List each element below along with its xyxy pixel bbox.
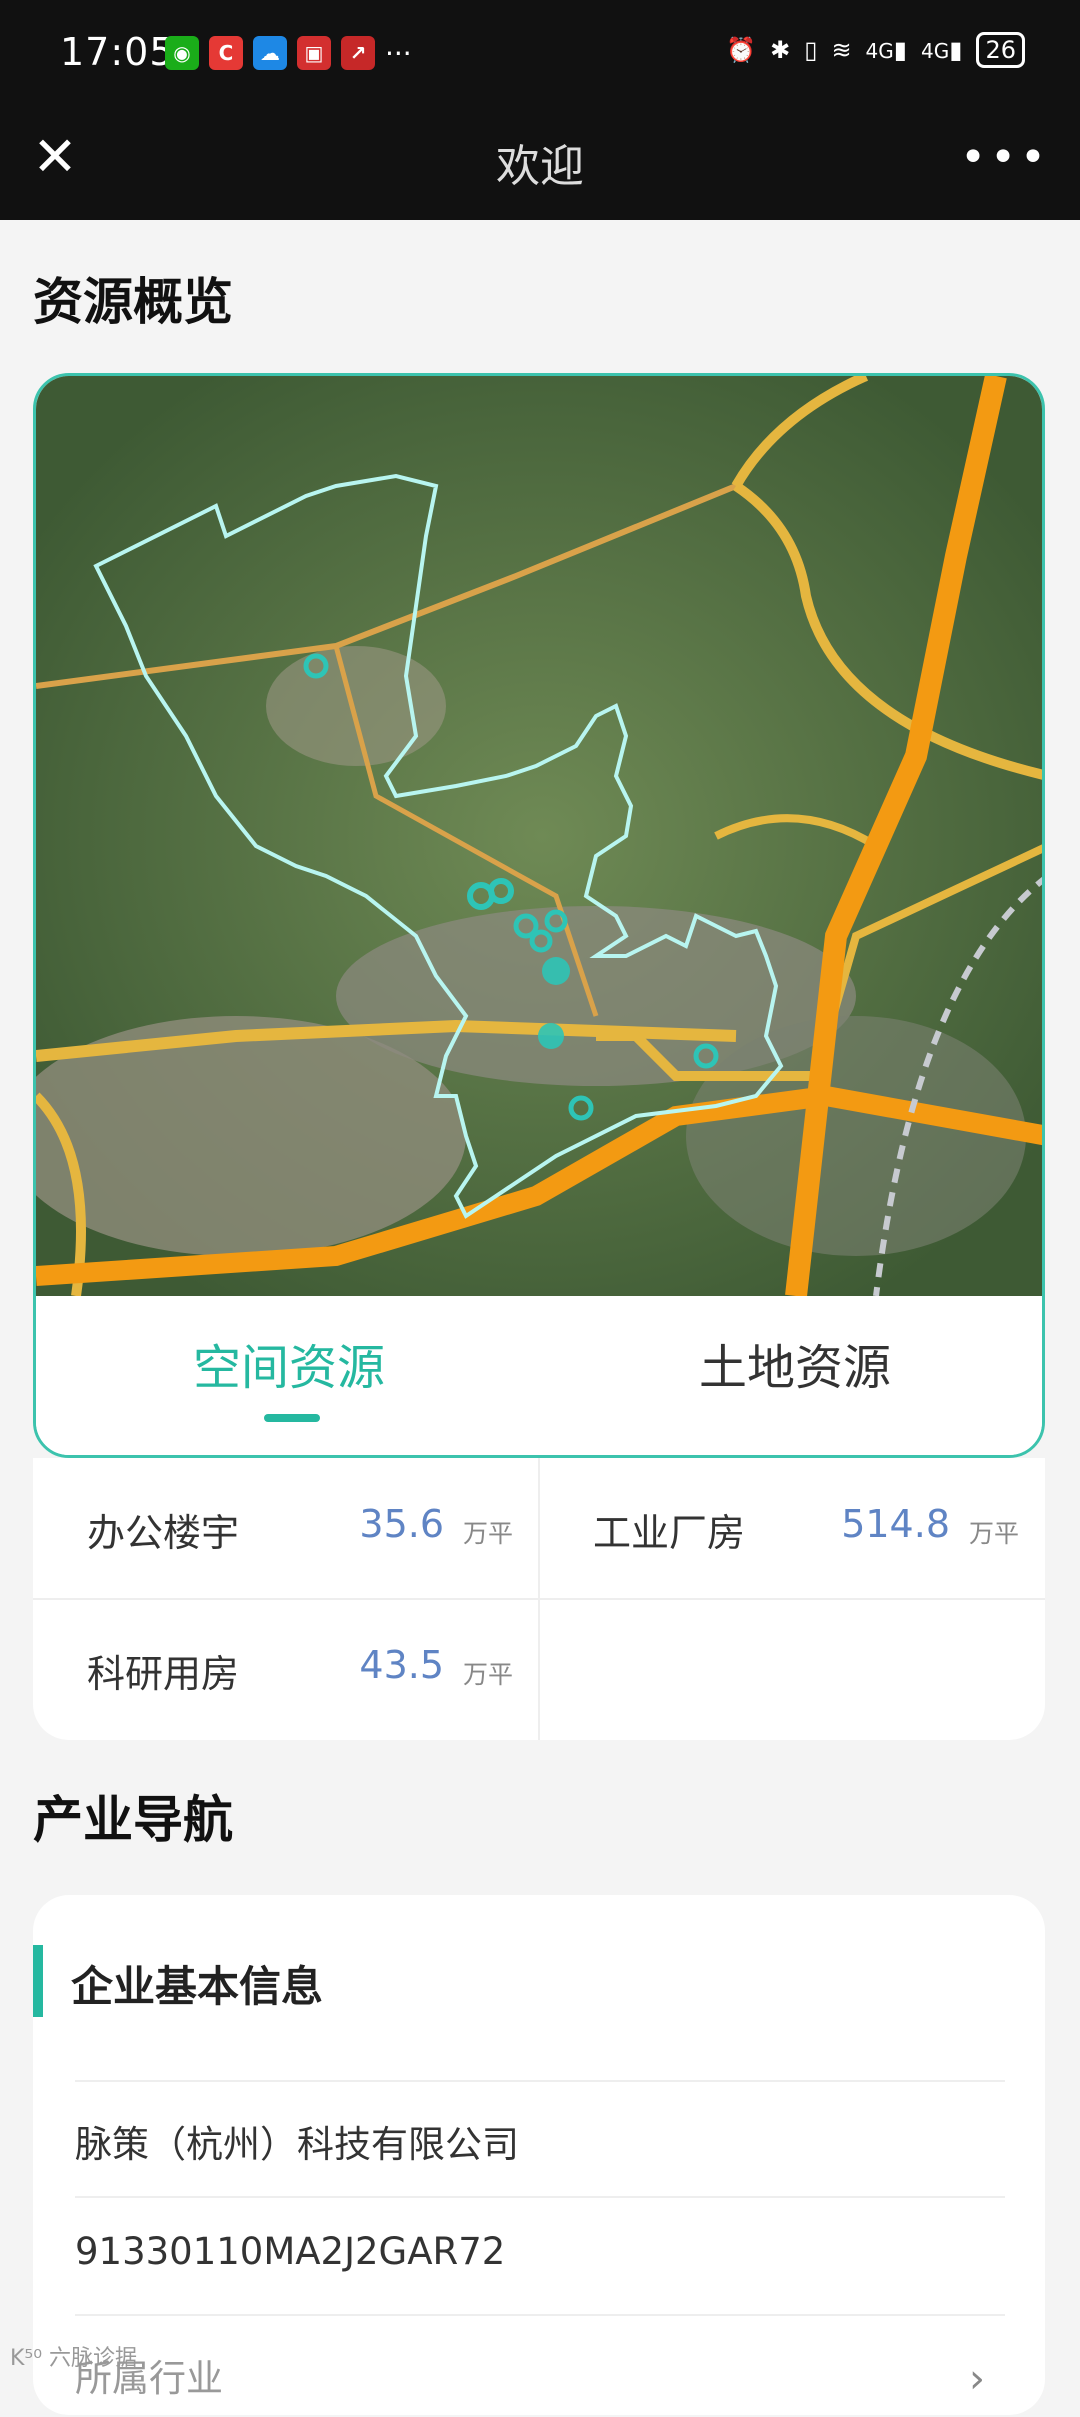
wechat-icon: ◉ <box>165 36 199 70</box>
industry-row[interactable]: 所属行业 › <box>75 2314 1005 2417</box>
resource-map-card: 空间资源 土地资源 <box>33 373 1045 1458</box>
stat-office-buildings[interactable]: 办公楼宇 35.6 万平 <box>33 1458 539 1599</box>
resource-section-title: 资源概览 <box>33 273 233 331</box>
company-info-card: 企业基本信息 脉策（杭州）科技有限公司 91330110MA2J2GAR72 所… <box>33 1895 1045 2415</box>
notification-icons: ◉ C ☁ ▣ ↗ ··· <box>165 36 412 70</box>
battery-icon: 26 <box>976 32 1025 68</box>
tab-space-resource[interactable]: 空间资源 <box>36 1328 542 1398</box>
alarm-icon: ⏰ <box>726 36 757 64</box>
app-c-icon: C <box>209 36 243 70</box>
watermark: K⁵⁰ 六脉诊据 <box>10 2346 138 2371</box>
app-weather-icon: ☁ <box>253 36 287 70</box>
credit-code-row: 91330110MA2J2GAR72 <box>75 2196 1005 2316</box>
poi-marker[interactable] <box>542 957 570 985</box>
satellite-map[interactable] <box>36 376 1045 1296</box>
active-tab-indicator <box>264 1414 320 1422</box>
more-menu-icon[interactable]: ••• <box>960 132 1050 183</box>
title-bar: ✕ 欢迎 ••• <box>0 110 1080 220</box>
chevron-right-icon: › <box>969 2356 985 2402</box>
stat-unit: 万平 <box>968 1519 1019 1548</box>
resource-stats: 办公楼宇 35.6 万平 工业厂房 514.8 万平 科研用房 43.5 万平 <box>33 1458 1045 1740</box>
bluetooth-icon: ✱ <box>770 36 791 64</box>
industry-section-title: 产业导航 <box>33 1791 233 1849</box>
stat-value: 514.8 <box>841 1502 950 1546</box>
stat-research-buildings[interactable]: 科研用房 43.5 万平 <box>33 1599 539 1740</box>
credit-code: 91330110MA2J2GAR72 <box>75 2230 506 2273</box>
map-urban-area <box>686 1016 1026 1256</box>
company-name-row: 脉策（杭州）科技有限公司 <box>75 2080 1005 2198</box>
stat-label: 办公楼宇 <box>87 1511 240 1555</box>
company-info-title: 企业基本信息 <box>71 1962 324 2011</box>
page-title: 欢迎 <box>496 141 584 192</box>
stat-value: 43.5 <box>359 1643 444 1687</box>
more-notifications-icon: ··· <box>385 36 412 70</box>
tab-land-resource[interactable]: 土地资源 <box>542 1328 1042 1398</box>
stat-label: 科研用房 <box>87 1652 240 1696</box>
status-bar: 17:05 ◉ C ☁ ▣ ↗ ··· ⏰ ✱ ▯ ≋ 4G▮ 4G▮ 26 <box>0 0 1080 110</box>
wifi-icon: ≋ <box>831 36 852 64</box>
stat-unit: 万平 <box>462 1660 513 1689</box>
stat-unit: 万平 <box>462 1519 513 1548</box>
status-time: 17:05 <box>60 30 175 74</box>
poi-marker[interactable] <box>538 1023 564 1049</box>
company-name: 脉策（杭州）科技有限公司 <box>75 2123 519 2166</box>
stat-label: 工业厂房 <box>593 1511 746 1555</box>
system-icons: ⏰ ✱ ▯ ≋ 4G▮ 4G▮ 26 <box>726 32 1025 68</box>
stat-industrial-plants[interactable]: 工业厂房 514.8 万平 <box>539 1458 1045 1599</box>
signal-icon-2: 4G▮ <box>921 36 963 64</box>
vibrate-icon: ▯ <box>804 36 818 64</box>
app-news-icon: ▣ <box>297 36 331 70</box>
signal-icon-1: 4G▮ <box>865 36 907 64</box>
title-accent-bar <box>33 1945 43 2017</box>
resource-tabs: 空间资源 土地资源 <box>36 1296 1042 1455</box>
stat-value: 35.6 <box>359 1502 444 1546</box>
app-stock-icon: ↗ <box>341 36 375 70</box>
map-urban-area <box>266 646 446 766</box>
